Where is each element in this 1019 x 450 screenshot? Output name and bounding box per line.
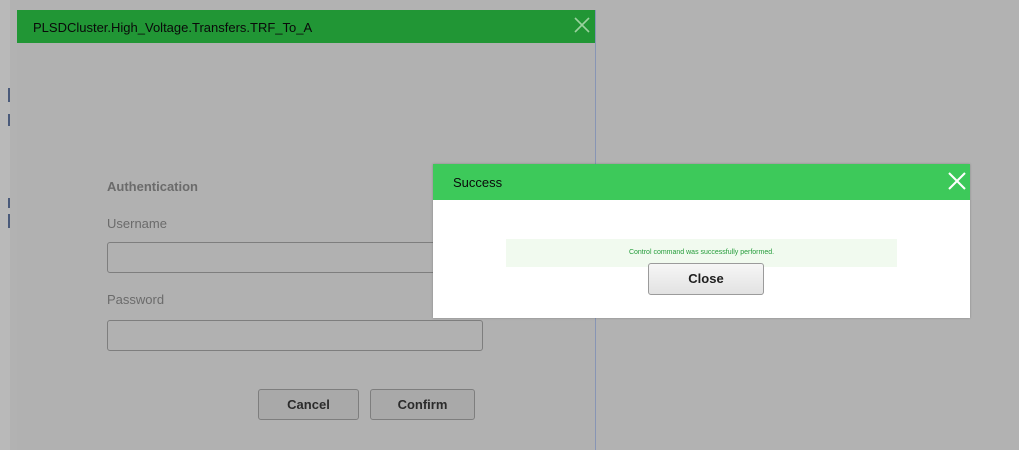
username-label: Username xyxy=(107,216,167,231)
success-modal-header: Success xyxy=(433,164,970,200)
edge-marker xyxy=(8,114,10,126)
success-message: Control command was successfully perform… xyxy=(628,249,775,256)
confirm-button[interactable]: Confirm xyxy=(370,389,475,420)
edge-marker xyxy=(8,214,10,228)
left-edge-strip xyxy=(0,0,10,450)
success-modal: Success Control command was successfully… xyxy=(433,164,970,318)
close-icon[interactable] xyxy=(571,14,593,36)
edge-marker xyxy=(8,88,10,102)
close-button[interactable]: Close xyxy=(648,263,764,295)
edge-marker xyxy=(8,198,10,208)
password-label: Password xyxy=(107,292,165,307)
close-icon[interactable] xyxy=(946,170,968,192)
dialog-header: PLSDCluster.High_Voltage.Transfers.TRF_T… xyxy=(17,10,595,43)
success-modal-title: Success xyxy=(453,175,503,190)
password-input[interactable] xyxy=(107,320,483,351)
username-input[interactable] xyxy=(107,242,483,273)
dialog-title: PLSDCluster.High_Voltage.Transfers.TRF_T… xyxy=(33,20,313,35)
authentication-heading: Authentication xyxy=(107,179,198,194)
cancel-button[interactable]: Cancel xyxy=(258,389,359,420)
